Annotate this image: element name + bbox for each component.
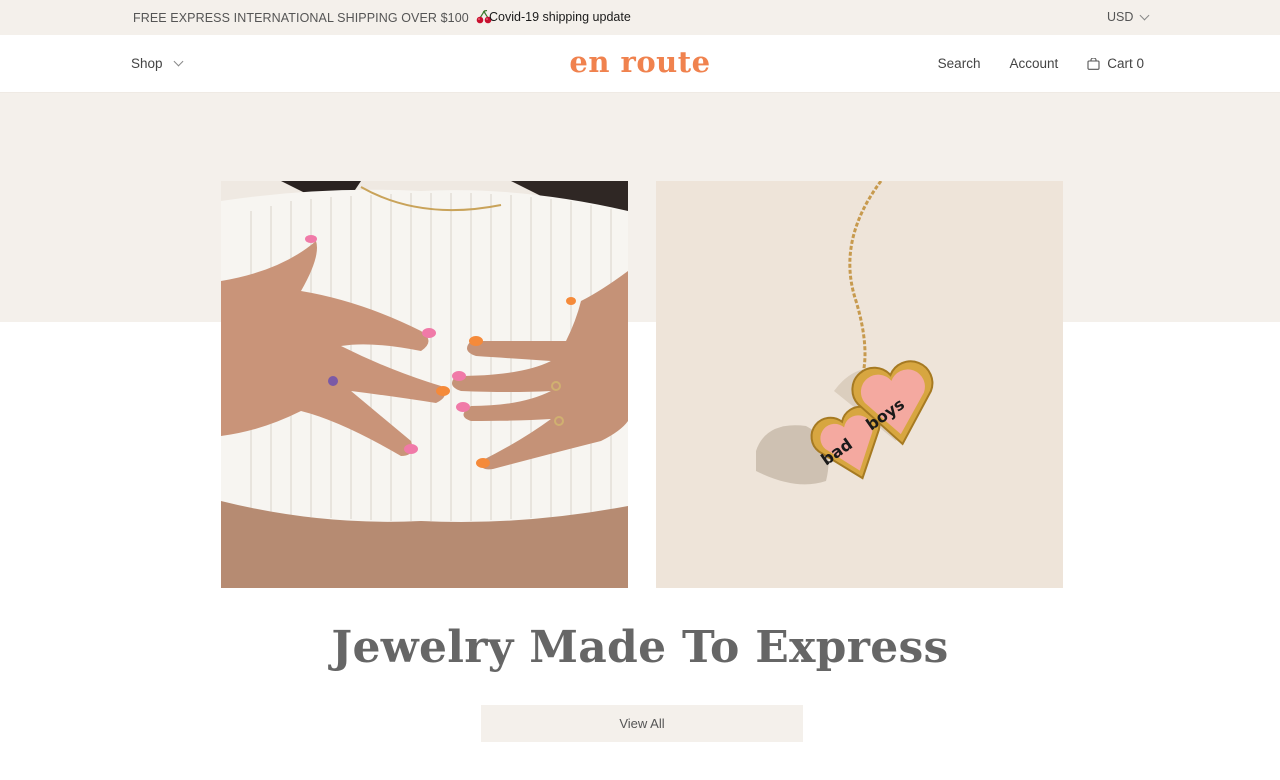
hero-background-band <box>0 93 1280 322</box>
currency-selector[interactable]: USD <box>1107 10 1150 24</box>
cart-link[interactable]: Cart 0 <box>1087 56 1144 71</box>
site-header: Shop en route Search Account Cart 0 <box>0 35 1280 93</box>
search-link[interactable]: Search <box>938 56 981 71</box>
covid-shipping-link[interactable]: Covid-19 shipping update <box>489 10 631 24</box>
currency-label: USD <box>1107 10 1134 24</box>
hero-headline: Jewelry Made To Express <box>331 622 949 673</box>
view-all-button[interactable]: View All <box>481 705 803 742</box>
bag-icon <box>1087 57 1100 70</box>
hands-sweater-photo[interactable] <box>221 181 628 588</box>
promo-text: FREE EXPRESS INTERNATIONAL SHIPPING OVER… <box>133 11 469 25</box>
announcement-bar: FREE EXPRESS INTERNATIONAL SHIPPING OVER… <box>0 0 1280 35</box>
promo-text-wrapper: FREE EXPRESS INTERNATIONAL SHIPPING OVER… <box>133 10 492 25</box>
cart-label: Cart 0 <box>1107 56 1144 71</box>
header-nav: Search Account Cart 0 <box>938 56 1144 71</box>
heart-locket-photo[interactable]: bad boys <box>656 181 1063 588</box>
chevron-down-icon <box>1139 10 1150 20</box>
account-link[interactable]: Account <box>1009 56 1058 71</box>
